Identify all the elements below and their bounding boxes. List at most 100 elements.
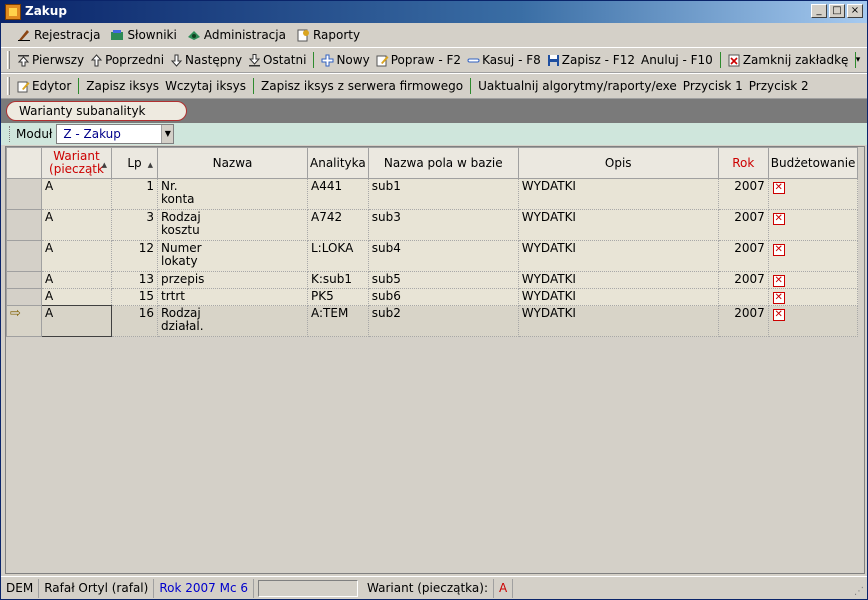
cell-analityka[interactable]: L:LOKA <box>307 240 369 272</box>
cell-wariant[interactable]: A <box>41 240 112 272</box>
cell-budzetowanie[interactable]: ✕ <box>767 209 859 241</box>
column-header-opis[interactable]: Opis <box>517 147 719 179</box>
table-row[interactable]: A 1 Nr. konta A441 sub1 WYDATKI 2007 ✕ <box>6 178 859 210</box>
row-header[interactable]: ⇨ <box>6 305 42 337</box>
cell-nazwa[interactable]: Numer lokaty <box>157 240 308 272</box>
cell-lp[interactable]: 1 <box>111 178 158 210</box>
load-iksys-button[interactable]: Wczytaj iksys <box>162 75 249 97</box>
cell-budzetowanie[interactable]: ✕ <box>767 178 859 210</box>
cell-opis[interactable]: WYDATKI <box>517 178 719 210</box>
column-header-lp[interactable]: Lp ▲ <box>111 147 158 179</box>
cancel-button[interactable]: Anuluj - F10 <box>638 49 716 71</box>
minimize-button[interactable]: _ <box>811 4 827 18</box>
cell-budzetowanie[interactable]: ✕ <box>767 305 859 337</box>
cell-nazwa-pola[interactable]: sub6 <box>367 288 519 306</box>
cell-opis[interactable]: WYDATKI <box>517 209 719 241</box>
cell-analityka[interactable]: K:sub1 <box>307 271 369 289</box>
column-header-nazwa-pola[interactable]: Nazwa pola w bazie <box>367 147 519 179</box>
cell-budzetowanie[interactable]: ✕ <box>767 271 859 289</box>
edit-button[interactable]: Popraw - F2 <box>373 49 464 71</box>
title-bar[interactable]: Zakup _ □ × <box>1 1 867 23</box>
cell-analityka[interactable]: A441 <box>307 178 369 210</box>
row-header[interactable] <box>6 178 42 210</box>
editor-button[interactable]: Edytor <box>14 75 74 97</box>
save-button[interactable]: Zapisz - F12 <box>544 49 638 71</box>
tab-warianty-subanalityk[interactable]: Warianty subanalityk <box>6 101 187 121</box>
cell-budzetowanie[interactable]: ✕ <box>767 288 859 306</box>
cell-wariant[interactable]: A <box>41 178 112 210</box>
cell-opis[interactable]: WYDATKI <box>517 271 719 289</box>
cell-nazwa-pola[interactable]: sub5 <box>367 271 519 289</box>
save-iksys-button[interactable]: Zapisz iksys <box>83 75 162 97</box>
row-header[interactable] <box>6 288 42 306</box>
cell-nazwa-pola[interactable]: sub3 <box>367 209 519 241</box>
column-header-budzetowanie[interactable]: Budżetowanie <box>767 147 859 179</box>
cell-nazwa[interactable]: przepis <box>157 271 308 289</box>
toolbar-grip[interactable] <box>7 77 10 95</box>
previous-button[interactable]: Poprzedni <box>87 49 167 71</box>
checkbox-checked-icon[interactable]: ✕ <box>772 244 785 256</box>
checkbox-checked-icon[interactable]: ✕ <box>772 309 785 321</box>
cell-wariant[interactable]: A <box>41 209 112 241</box>
table-row[interactable]: A 13 przepis K:sub1 sub5 WYDATKI 2007 ✕ <box>6 271 859 289</box>
custom-button-1[interactable]: Przycisk 1 <box>680 75 746 97</box>
cell-rok[interactable]: 2007 <box>717 271 769 289</box>
cell-lp[interactable]: 13 <box>111 271 158 289</box>
table-row[interactable]: ⇨ A 16 Rodzaj działal. A:TEM sub2 WYDATKI 2007 ✕ <box>6 305 859 337</box>
checkbox-checked-icon[interactable]: ✕ <box>772 275 785 287</box>
cell-analityka[interactable]: A742 <box>307 209 369 241</box>
cell-wariant[interactable]: A <box>41 288 112 306</box>
cell-wariant[interactable]: A <box>41 305 112 337</box>
cell-nazwa[interactable]: trtrt <box>157 288 308 306</box>
checkbox-checked-icon[interactable]: ✕ <box>772 292 785 304</box>
cell-analityka[interactable]: PK5 <box>307 288 369 306</box>
cell-nazwa[interactable]: Rodzaj kosztu <box>157 209 308 241</box>
menu-raporty[interactable]: Raporty <box>292 24 366 46</box>
cell-nazwa-pola[interactable]: sub2 <box>367 305 519 337</box>
cell-nazwa[interactable]: Rodzaj działal. <box>157 305 308 337</box>
maximize-button[interactable]: □ <box>829 4 845 18</box>
resize-grip-icon[interactable]: ⋰ <box>854 586 864 597</box>
column-header-analityka[interactable]: Analityka <box>307 147 369 179</box>
cell-opis[interactable]: WYDATKI <box>517 288 719 306</box>
next-button[interactable]: Następny <box>167 49 245 71</box>
cell-rok[interactable]: 2007 <box>717 178 769 210</box>
table-row[interactable]: A 3 Rodzaj kosztu A742 sub3 WYDATKI 2007 ✕ <box>6 209 859 241</box>
cell-nazwa[interactable]: Nr. konta <box>157 178 308 210</box>
cell-rok[interactable]: 2007 <box>717 305 769 337</box>
close-button[interactable]: × <box>847 4 863 18</box>
column-header-wariant[interactable]: Wariant (pieczątk ▲ <box>41 147 112 179</box>
row-header[interactable] <box>6 240 42 272</box>
column-header-rok[interactable]: Rok <box>717 147 769 179</box>
cell-nazwa-pola[interactable]: sub4 <box>367 240 519 272</box>
cell-analityka[interactable]: A:TEM <box>307 305 369 337</box>
cell-nazwa-pola[interactable]: sub1 <box>367 178 519 210</box>
delete-button[interactable]: Kasuj - F8 <box>464 49 544 71</box>
module-select[interactable]: Z - Zakup ▼ <box>56 124 175 144</box>
cell-budzetowanie[interactable]: ✕ <box>767 240 859 272</box>
cell-lp[interactable]: 12 <box>111 240 158 272</box>
custom-button-2[interactable]: Przycisk 2 <box>746 75 812 97</box>
first-button[interactable]: Pierwszy <box>14 49 87 71</box>
toolbar-grip[interactable] <box>7 51 10 69</box>
menu-administracja[interactable]: Administracja <box>183 24 292 46</box>
toolbar-overflow-icon[interactable]: ▾ <box>853 54 863 66</box>
table-row[interactable]: A 12 Numer lokaty L:LOKA sub4 WYDATKI 2007 ✕ <box>6 240 859 272</box>
checkbox-checked-icon[interactable]: ✕ <box>772 213 785 225</box>
new-button[interactable]: Nowy <box>318 49 372 71</box>
column-header-nazwa[interactable]: Nazwa <box>157 147 308 179</box>
update-button[interactable]: Uaktualnij algorytmy/raporty/exe <box>475 75 680 97</box>
cell-lp[interactable]: 3 <box>111 209 158 241</box>
menu-rejestracja[interactable]: Rejestracja <box>13 24 106 46</box>
cell-rok[interactable] <box>717 288 769 306</box>
cell-rok[interactable]: 2007 <box>717 240 769 272</box>
last-button[interactable]: Ostatni <box>245 49 309 71</box>
cell-wariant[interactable]: A <box>41 271 112 289</box>
cell-lp[interactable]: 15 <box>111 288 158 306</box>
cell-rok[interactable]: 2007 <box>717 209 769 241</box>
cell-opis[interactable]: WYDATKI <box>517 240 719 272</box>
cell-opis[interactable]: WYDATKI <box>517 305 719 337</box>
row-header[interactable] <box>6 271 42 289</box>
row-header[interactable] <box>6 209 42 241</box>
menu-slowniki[interactable]: Słowniki <box>106 24 182 46</box>
